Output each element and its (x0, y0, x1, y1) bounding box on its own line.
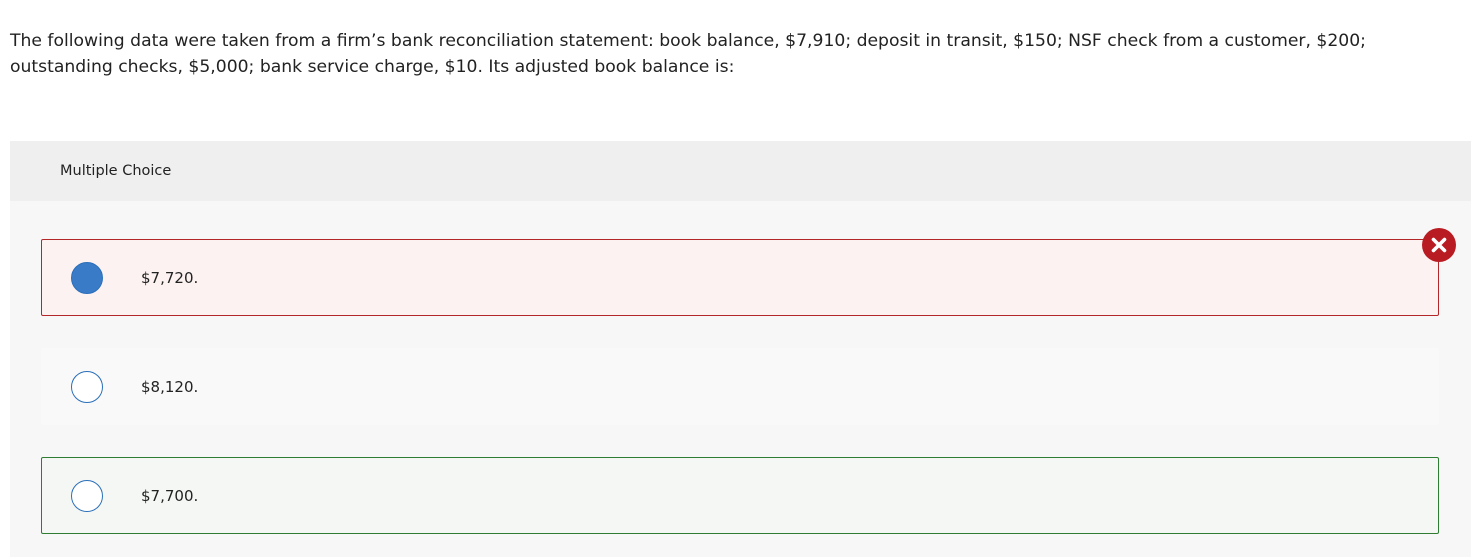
radio-button-selected[interactable] (71, 261, 103, 294)
multiple-choice-label: Multiple Choice (60, 163, 172, 179)
answer-option-label: $7,720. (141, 268, 199, 287)
close-icon (1431, 237, 1447, 253)
answer-option-label: $8,120. (141, 377, 199, 396)
answer-option-3[interactable]: $7,700. (41, 457, 1439, 534)
incorrect-badge (1422, 228, 1456, 262)
question-text: The following data were taken from a fir… (10, 31, 1366, 77)
radio-button[interactable] (71, 479, 103, 512)
radio-button[interactable] (71, 370, 103, 403)
multiple-choice-panel: Multiple Choice $7,720. $8,120. $7,700. (10, 141, 1471, 557)
answer-option-label: $7,700. (141, 486, 199, 505)
answer-option-1[interactable]: $7,720. (41, 239, 1439, 316)
multiple-choice-header: Multiple Choice (10, 141, 1471, 201)
answer-option-2[interactable]: $8,120. (41, 348, 1439, 425)
